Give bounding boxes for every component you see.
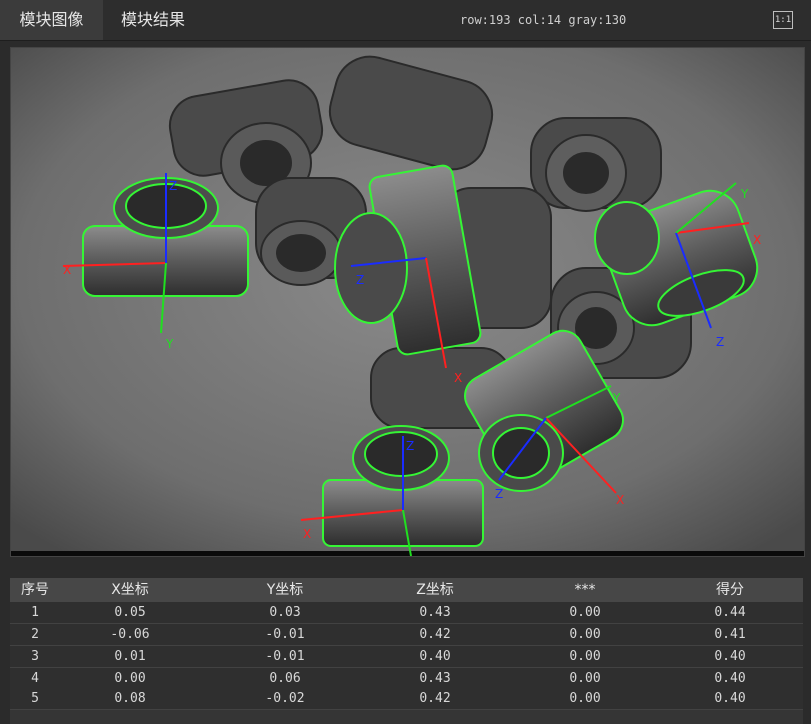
image-viewer[interactable]: X Z Y X Z X Y Z X Y Z X Z xyxy=(10,47,805,557)
table-row[interactable]: 3 0.01 -0.01 0.40 0.00 0.40 xyxy=(10,646,803,668)
cell-y: -0.01 xyxy=(265,649,305,664)
table-header: 序号 X坐标 Y坐标 Z坐标 *** 得分 xyxy=(10,578,803,602)
cell-index: 4 xyxy=(31,671,39,686)
cell-score: 0.44 xyxy=(714,605,746,620)
cell-y: -0.01 xyxy=(265,627,305,642)
cell-z: 0.43 xyxy=(419,605,451,620)
actual-size-button[interactable]: 1:1 xyxy=(773,11,793,29)
cell-z: 0.42 xyxy=(419,627,451,642)
cell-score: 0.40 xyxy=(714,691,746,706)
svg-text:Y: Y xyxy=(740,187,749,201)
cell-y: 0.06 xyxy=(269,671,301,686)
svg-text:Z: Z xyxy=(356,273,364,287)
svg-text:Z: Z xyxy=(716,335,724,349)
header-score[interactable]: 得分 xyxy=(670,578,790,602)
cell-score: 0.41 xyxy=(714,627,746,642)
cell-index: 2 xyxy=(31,627,39,642)
cell-index: 5 xyxy=(31,691,39,706)
table-row[interactable]: 2 -0.06 -0.01 0.42 0.00 0.41 xyxy=(10,624,803,646)
cell-masked: 0.00 xyxy=(569,691,601,706)
cell-y: 0.03 xyxy=(269,605,301,620)
table-row[interactable]: 4 0.00 0.06 0.43 0.00 0.40 xyxy=(10,668,803,690)
svg-text:X: X xyxy=(454,371,462,385)
table-row[interactable]: 1 0.05 0.03 0.43 0.00 0.44 xyxy=(10,602,803,624)
svg-text:X: X xyxy=(616,493,624,507)
cell-x: 0.01 xyxy=(114,649,146,664)
cell-z: 0.42 xyxy=(419,691,451,706)
cell-masked: 0.00 xyxy=(569,605,601,620)
tab-bar: 模块图像 模块结果 row:193 col:14 gray:130 1:1 xyxy=(0,0,811,41)
svg-text:X: X xyxy=(63,263,71,277)
header-x-coord[interactable]: X坐标 xyxy=(70,578,190,602)
cell-y: -0.02 xyxy=(265,691,305,706)
header-index[interactable]: 序号 xyxy=(10,578,60,602)
svg-text:Z: Z xyxy=(406,439,414,453)
cell-x: 0.05 xyxy=(114,605,146,620)
tab-module-image[interactable]: 模块图像 xyxy=(0,0,103,40)
header-y-coord[interactable]: Y坐标 xyxy=(220,578,350,602)
cell-score: 0.40 xyxy=(714,671,746,686)
svg-text:Y: Y xyxy=(612,391,621,405)
tab-module-result[interactable]: 模块结果 xyxy=(103,0,203,40)
detection-image: X Z Y X Z X Y Z X Y Z X Z xyxy=(11,48,804,556)
svg-text:X: X xyxy=(303,527,311,541)
cell-index: 1 xyxy=(31,605,39,620)
header-z-coord[interactable]: Z坐标 xyxy=(370,578,500,602)
cell-masked: 0.00 xyxy=(569,649,601,664)
cell-score: 0.40 xyxy=(714,649,746,664)
header-masked[interactable]: *** xyxy=(520,578,650,602)
cell-index: 3 xyxy=(31,649,39,664)
pixel-status-readout: row:193 col:14 gray:130 xyxy=(460,13,627,27)
results-table: 序号 X坐标 Y坐标 Z坐标 *** 得分 1 0.05 0.03 0.43 0… xyxy=(10,578,803,710)
cell-masked: 0.00 xyxy=(569,627,601,642)
cell-x: 0.08 xyxy=(114,691,146,706)
table-horizontal-scrollbar[interactable] xyxy=(10,710,803,724)
table-row[interactable]: 5 0.08 -0.02 0.42 0.00 0.40 xyxy=(10,688,803,710)
cell-masked: 0.00 xyxy=(569,671,601,686)
svg-text:Z: Z xyxy=(495,487,503,501)
cell-x: -0.06 xyxy=(110,627,150,642)
cell-z: 0.40 xyxy=(419,649,451,664)
svg-text:X: X xyxy=(753,233,761,247)
svg-text:Z: Z xyxy=(169,179,177,193)
cell-z: 0.43 xyxy=(419,671,451,686)
svg-text:Y: Y xyxy=(165,337,174,351)
cell-x: 0.00 xyxy=(114,671,146,686)
